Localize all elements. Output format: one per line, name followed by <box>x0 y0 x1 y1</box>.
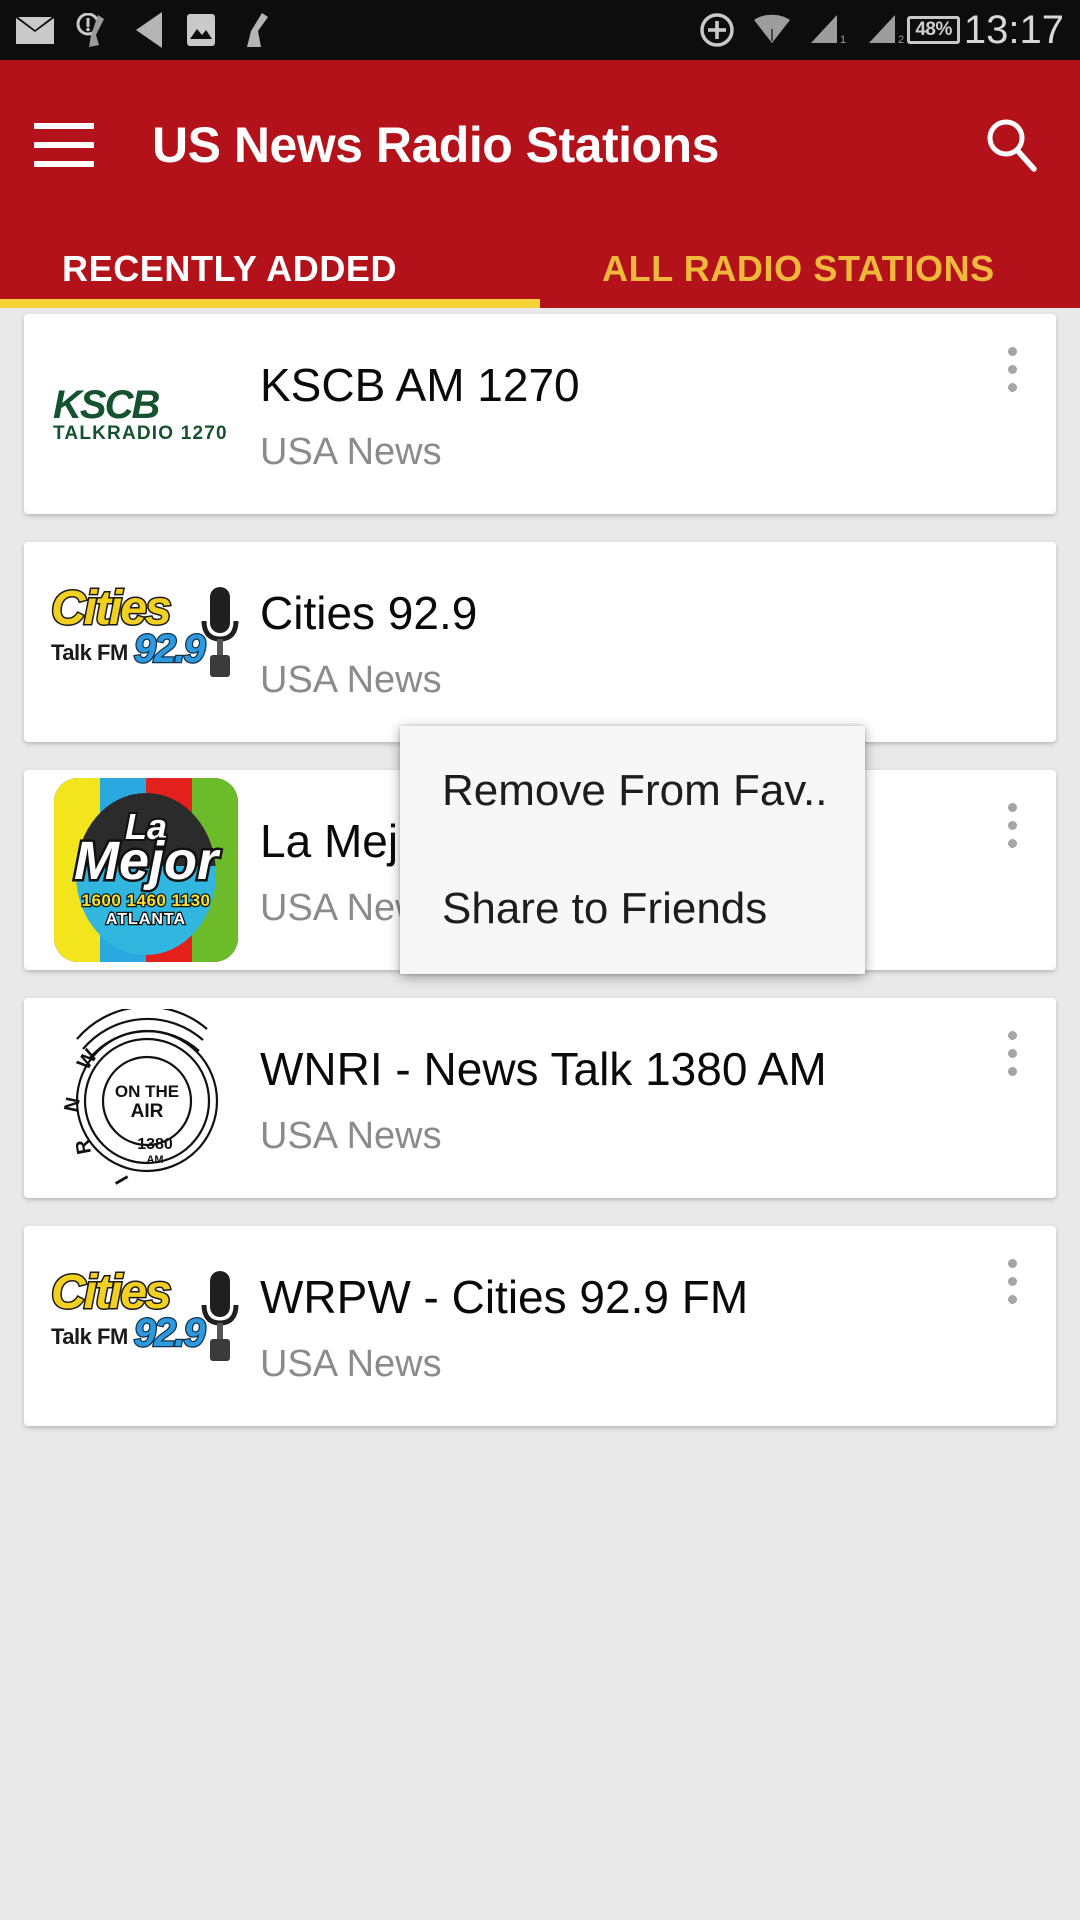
station-logo: Cities Talk FM 92.9 <box>46 1226 246 1426</box>
list-item[interactable]: ON THE AIR 1380 AM W N R I WNRI - News T… <box>24 998 1056 1198</box>
alert-broom-icon <box>76 13 104 47</box>
back-chevron-icon <box>136 12 162 48</box>
status-bar: 1 2 48% 13:17 <box>0 0 1080 60</box>
svg-text:R: R <box>72 1137 96 1156</box>
hamburger-line <box>34 123 94 129</box>
tab-bar: RECENTLY ADDED ALL RADIO STATIONS <box>0 230 1080 308</box>
logo-frequency-text: 92.9 <box>133 627 207 672</box>
app-bar: US News Radio Stations RECENTLY ADDED AL… <box>0 60 1080 308</box>
microphone-icon <box>201 1271 239 1361</box>
logo-main-text: KSCB <box>53 382 160 427</box>
cities-talk-fm-92-9-logo: Cities Talk FM 92.9 <box>50 1267 241 1381</box>
app-bar-top-row: US News Radio Stations <box>0 60 1080 230</box>
signal-2-icon: 2 <box>869 15 904 46</box>
la-mejor-atlanta-logo: La Mejor 1600 1460 1130 ATLANTA <box>54 778 238 962</box>
cities-talk-fm-92-9-logo: Cities Talk FM 92.9 <box>50 583 241 697</box>
dot <box>1007 382 1017 392</box>
dot <box>1007 1276 1017 1286</box>
svg-text:2: 2 <box>898 34 904 46</box>
station-genre: USA News <box>260 1114 442 1157</box>
more-vertical-icon[interactable] <box>986 338 1038 400</box>
microphone-icon <box>201 587 239 677</box>
dot <box>1007 838 1017 848</box>
dot <box>1007 1030 1017 1040</box>
station-logo: KSCB TALKRADIO 1270 <box>46 314 246 514</box>
tab-all-radio-stations[interactable]: ALL RADIO STATIONS <box>540 230 1080 308</box>
hamburger-line <box>34 161 94 167</box>
tab-label: RECENTLY ADDED <box>62 248 398 289</box>
dot <box>1007 364 1017 374</box>
station-logo: Cities Talk FM 92.9 <box>46 542 246 742</box>
station-genre: USA News <box>260 430 442 473</box>
kscb-talkradio-1270-logo: KSCB TALKRADIO 1270 <box>53 381 239 447</box>
menu-item-label: Share to Friends <box>442 884 768 933</box>
list-item[interactable]: KSCB TALKRADIO 1270 KSCB AM 1270 USA New… <box>24 314 1056 514</box>
station-info: WRPW - Cities 92.9 FM USA News <box>246 1266 1034 1385</box>
logo-sub-text: TALKRADIO 1270 <box>53 422 228 444</box>
tab-active-indicator <box>0 299 540 308</box>
svg-text:1380: 1380 <box>137 1136 173 1153</box>
search-icon[interactable] <box>976 110 1046 180</box>
context-menu[interactable]: Remove From Fav.. Share to Friends <box>400 726 865 974</box>
station-genre: USA News <box>260 658 442 701</box>
station-name: WNRI - News Talk 1380 AM <box>260 1043 827 1096</box>
svg-text:ON THE: ON THE <box>115 1082 179 1101</box>
status-bar-right-icons: 1 2 <box>699 12 907 48</box>
add-location-icon <box>700 13 735 47</box>
tab-recently-added[interactable]: RECENTLY ADDED <box>0 230 540 308</box>
svg-text:1: 1 <box>840 34 846 46</box>
more-vertical-icon[interactable] <box>986 794 1038 856</box>
status-bar-clock: 13:17 <box>963 8 1064 52</box>
svg-text:I: I <box>111 1172 133 1187</box>
dot <box>1007 1048 1017 1058</box>
menu-item-label: Remove From Fav.. <box>442 766 828 815</box>
status-bar-left-icons <box>16 12 272 48</box>
broom-icon <box>247 13 268 47</box>
tab-label: ALL RADIO STATIONS <box>602 248 995 289</box>
station-name: Cities 92.9 <box>260 587 478 640</box>
menu-item-remove-from-favourites[interactable]: Remove From Fav.. <box>400 732 865 850</box>
station-list[interactable]: KSCB TALKRADIO 1270 KSCB AM 1270 USA New… <box>0 308 1080 1920</box>
station-info: Cities 92.9 USA News <box>246 582 1034 701</box>
more-vertical-icon[interactable] <box>986 1250 1038 1312</box>
gallery-icon <box>187 14 215 46</box>
logo-second-text: Mejor <box>71 831 220 892</box>
signal-1-icon: 1 <box>811 15 846 46</box>
logo-sub-text: Talk FM <box>51 640 128 666</box>
hamburger-line <box>34 142 94 148</box>
station-logo: La Mejor 1600 1460 1130 ATLANTA <box>46 770 246 970</box>
dot <box>1007 1258 1017 1268</box>
list-item[interactable]: Cities Talk FM 92.9 Cities 92.9 USA News <box>24 542 1056 742</box>
page-title: US News Radio Stations <box>152 117 719 173</box>
more-vertical-icon[interactable] <box>986 1022 1038 1084</box>
svg-text:AM: AM <box>146 1154 163 1166</box>
station-info: KSCB AM 1270 USA News <box>246 354 1034 473</box>
svg-text:N: N <box>60 1095 85 1114</box>
search-glyph <box>987 119 1037 172</box>
station-info: WNRI - News Talk 1380 AM USA News <box>246 1038 1034 1157</box>
station-name: KSCB AM 1270 <box>260 359 580 412</box>
logo-city-text: ATLANTA <box>105 910 187 930</box>
logo-text-block: La Mejor 1600 1460 1130 ATLANTA <box>54 778 238 962</box>
logo-frequency-text: 1600 1460 1130 <box>80 890 211 912</box>
station-genre: USA News <box>260 1342 442 1385</box>
station-name: WRPW - Cities 92.9 FM <box>260 1271 749 1324</box>
logo-sub-text: Talk FM <box>51 1324 128 1350</box>
dot <box>1007 820 1017 830</box>
battery-indicator: 48% <box>907 16 960 44</box>
svg-text:AIR: AIR <box>131 1101 164 1122</box>
dot <box>1007 346 1017 356</box>
dot <box>1007 1294 1017 1304</box>
wifi-icon <box>754 14 791 43</box>
dot <box>1007 802 1017 812</box>
hamburger-icon[interactable] <box>34 123 94 167</box>
wnri-on-the-air-1380-am-logo: ON THE AIR 1380 AM W N R I <box>60 1009 219 1187</box>
logo-frequency-text: 92.9 <box>133 1311 207 1356</box>
dot <box>1007 1066 1017 1076</box>
mail-icon <box>16 16 54 44</box>
list-item[interactable]: Cities Talk FM 92.9 WRPW - Cities 92.9 F… <box>24 1226 1056 1426</box>
menu-item-share-to-friends[interactable]: Share to Friends <box>400 850 865 968</box>
station-logo: ON THE AIR 1380 AM W N R I <box>46 998 246 1198</box>
